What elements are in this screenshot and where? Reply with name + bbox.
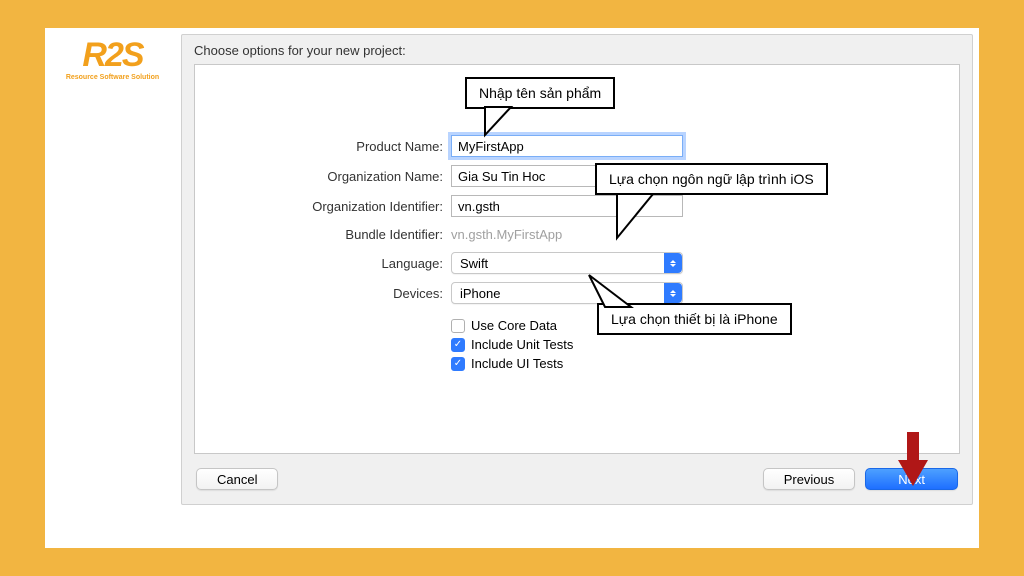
checkbox-checked-icon: ✓ (451, 357, 465, 371)
dialog-body: Product Name: Organization Name: Organiz… (194, 64, 960, 454)
include-ui-tests-label: Include UI Tests (471, 356, 563, 371)
logo-subtitle: Resource Software Solution (55, 74, 170, 81)
devices-select[interactable]: iPhone (451, 282, 683, 304)
checkbox-unchecked-icon (451, 319, 465, 333)
organization-name-label: Organization Name: (195, 169, 451, 184)
include-unit-tests-row[interactable]: ✓ Include Unit Tests (451, 337, 959, 352)
page-frame: R2S Resource Software Solution Choose op… (45, 28, 979, 548)
dialog-footer: Cancel Previous Next (182, 454, 972, 504)
dialog-title: Choose options for your new project: (182, 35, 972, 64)
updown-arrows-icon (664, 283, 682, 303)
new-project-dialog: Choose options for your new project: Pro… (181, 34, 973, 505)
product-name-label: Product Name: (195, 139, 451, 154)
updown-arrows-icon (664, 253, 682, 273)
bundle-identifier-label: Bundle Identifier: (195, 227, 451, 242)
bundle-identifier-value: vn.gsth.MyFirstApp (451, 225, 751, 244)
use-core-data-label: Use Core Data (471, 318, 557, 333)
organization-identifier-label: Organization Identifier: (195, 199, 451, 214)
devices-label: Devices: (195, 286, 451, 301)
red-arrow-icon (898, 432, 928, 486)
speech-tail-icon (587, 273, 637, 313)
language-select[interactable]: Swift (451, 252, 683, 274)
include-ui-tests-row[interactable]: ✓ Include UI Tests (451, 356, 959, 371)
cancel-button[interactable]: Cancel (196, 468, 278, 490)
previous-button[interactable]: Previous (763, 468, 856, 490)
speech-tail-icon (481, 105, 517, 139)
checkbox-checked-icon: ✓ (451, 338, 465, 352)
language-label: Language: (195, 256, 451, 271)
speech-tail-icon (613, 192, 659, 242)
callout-language: Lựa chọn ngôn ngữ lập trình iOS (595, 163, 828, 195)
logo-mark: R2S (55, 38, 170, 72)
language-select-value: Swift (452, 256, 664, 271)
include-unit-tests-label: Include Unit Tests (471, 337, 573, 352)
brand-logo: R2S Resource Software Solution (55, 38, 170, 81)
